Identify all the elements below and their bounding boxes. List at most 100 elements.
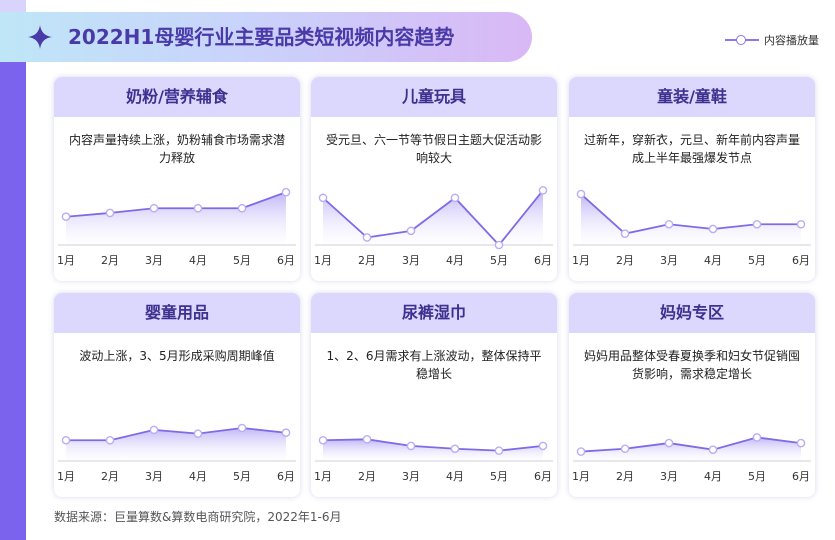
data-point [620, 229, 630, 238]
x-tick-label: 2月 [101, 470, 119, 483]
x-tick-label: 5月 [490, 470, 508, 483]
x-tick-label: 4月 [704, 470, 722, 483]
sparkle-icon [28, 25, 52, 49]
data-point [796, 219, 806, 229]
data-point [362, 435, 372, 444]
data-point [494, 446, 504, 455]
x-tick-label: 1月 [572, 470, 590, 483]
x-tick-label: 1月 [314, 470, 332, 483]
card-description: 波动上涨，3、5月形成采购周期峰值 [79, 349, 275, 363]
data-point [318, 435, 328, 445]
card-title: 妈妈专区 [569, 293, 815, 333]
legend-line-marker [725, 34, 759, 46]
x-tick-label: 2月 [616, 470, 634, 483]
x-tick-label: 2月 [616, 254, 634, 267]
data-point [149, 425, 159, 435]
x-tick-label: 1月 [57, 254, 75, 267]
x-tick-label: 4月 [704, 254, 722, 267]
data-point [620, 444, 630, 454]
data-point [450, 193, 460, 203]
data-point [105, 208, 115, 218]
data-point [752, 433, 762, 442]
x-tick-label: 1月 [314, 254, 332, 267]
x-tick-label: 2月 [358, 254, 376, 267]
data-point [149, 203, 159, 213]
x-tick-label: 6月 [534, 470, 552, 483]
card-title: 尿裤湿巾 [311, 293, 557, 333]
data-point [281, 428, 291, 438]
x-tick-label: 3月 [145, 254, 163, 267]
trend-chart: 1月 2月 3月 4月 5月 6月 [314, 186, 553, 267]
data-point [576, 447, 586, 456]
x-tick-label: 5月 [748, 470, 766, 483]
category-card-diapers: 尿裤湿巾 1、2、6月需求有上涨波动，整体保持平稳增长 1月 2月 3月 4月 5月 6月 [311, 293, 557, 497]
x-tick-label: 6月 [277, 254, 295, 267]
x-tick-label: 2月 [101, 254, 119, 267]
data-point [237, 423, 247, 433]
x-tick-label: 5月 [233, 470, 251, 483]
x-tick-label: 5月 [490, 254, 508, 267]
data-point [61, 212, 71, 222]
category-card-baby-goods: 婴童用品 波动上涨，3、5月形成采购周期峰值 1月 2月 3月 4月 5月 6月 [54, 293, 300, 497]
data-point [538, 441, 548, 451]
category-card-toys: 儿童玩具 受元旦、六一节等节假日主题大促活动影响较大 1月 2月 3月 4月 5月 6月 [311, 77, 557, 281]
x-tick-label: 6月 [534, 254, 552, 267]
x-tick-label: 1月 [572, 254, 590, 267]
data-point [318, 193, 328, 203]
area-fill [323, 190, 543, 245]
data-point [708, 224, 718, 234]
x-tick-label: 3月 [402, 254, 420, 267]
data-point [61, 435, 71, 445]
data-point [450, 444, 460, 454]
x-tick-label: 4月 [446, 254, 464, 267]
x-tick-label: 3月 [660, 470, 678, 483]
data-point [708, 445, 718, 454]
data-point [664, 219, 674, 229]
data-point [796, 438, 806, 448]
trend-chart: 1月 2月 3月 4月 5月 6月 [57, 423, 296, 483]
category-card-mom: 妈妈专区 妈妈用品整体受春夏换季和妇女节促销囤货影响，需求稳定增长 1月 2月 3月… [569, 293, 815, 497]
x-tick-label: 3月 [145, 470, 163, 483]
x-tick-label: 5月 [233, 254, 251, 267]
x-tick-label: 1月 [57, 470, 75, 483]
left-accent-band [0, 62, 26, 540]
legend-label: 内容播放量 [764, 34, 819, 47]
card-title: 童装/童鞋 [569, 77, 815, 117]
x-tick-label: 6月 [277, 470, 295, 483]
x-tick-label: 2月 [358, 470, 376, 483]
source-note: 数据来源：巨量算数&算数电商研究院，2022年1-6月 [54, 510, 342, 524]
x-tick-label: 4月 [189, 470, 207, 483]
category-card-apparel: 童装/童鞋 过新年，穿新衣，元旦、新年前内容声量成上半年最强爆发节点 1月 2月 3… [569, 77, 815, 281]
page-title: 2022H1母婴行业主要品类短视频内容趋势 [68, 25, 455, 49]
card-title: 奶粉/营养辅食 [54, 77, 300, 117]
x-tick-label: 6月 [792, 254, 810, 267]
category-card-formula: 奶粉/营养辅食 内容声量持续上涨，奶粉辅食市场需求潜力释放 1月 2月 3月 4月 5月… [54, 77, 300, 281]
data-point [576, 189, 586, 199]
chart-legend: 内容播放量 [725, 32, 819, 48]
area-fill [66, 192, 286, 245]
data-point [237, 203, 247, 213]
data-point [193, 429, 203, 438]
trend-chart: 1月 2月 3月 4月 5月 6月 [572, 433, 811, 483]
data-point [281, 187, 291, 197]
area-fill [581, 194, 801, 245]
x-tick-label: 4月 [189, 254, 207, 267]
x-tick-label: 6月 [792, 470, 810, 483]
data-point [105, 435, 115, 445]
card-title: 婴童用品 [54, 293, 300, 333]
x-tick-label: 3月 [402, 470, 420, 483]
data-point [193, 203, 203, 213]
trend-chart: 1月 2月 3月 4月 5月 6月 [314, 435, 553, 483]
data-point [362, 233, 372, 242]
data-point [664, 438, 674, 448]
x-tick-label: 5月 [748, 254, 766, 267]
data-point [406, 226, 416, 236]
data-point [406, 441, 416, 451]
data-point [538, 186, 548, 195]
data-point [752, 219, 762, 229]
x-tick-label: 3月 [660, 254, 678, 267]
trend-chart: 1月 2月 3月 4月 5月 6月 [57, 187, 296, 267]
data-point [494, 240, 504, 250]
card-title: 儿童玩具 [311, 77, 557, 117]
trend-chart: 1月 2月 3月 4月 5月 6月 [572, 189, 811, 267]
